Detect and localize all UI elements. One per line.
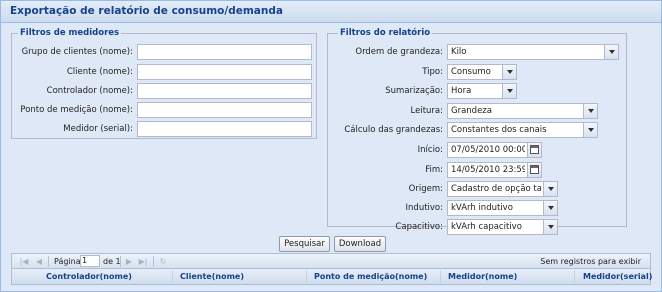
refresh-icon[interactable]: ↻	[158, 257, 168, 266]
measurement-point-label: Ponto de medição (nome):	[20, 105, 133, 115]
dropdown-arrow-icon[interactable]	[543, 220, 557, 234]
column-separator	[440, 270, 441, 283]
column-header-client[interactable]: Cliente(nome)	[180, 272, 244, 281]
column-separator	[306, 270, 307, 283]
origin-label: Origem:	[408, 184, 443, 194]
page-label: Página	[54, 257, 81, 266]
start-date-value: 07/05/2010 00:00	[451, 145, 525, 155]
controller-input[interactable]	[137, 83, 312, 99]
client-input[interactable]	[137, 64, 312, 80]
first-page-icon[interactable]: |◀	[19, 257, 29, 266]
summarization-value: Hora	[451, 86, 472, 96]
type-label: Tipo:	[422, 67, 443, 77]
meter-filters-legend: Filtros de medidores	[18, 28, 122, 38]
reading-value: Grandeza	[451, 106, 492, 116]
calendar-icon	[530, 165, 539, 174]
paging-toolbar: |◀ ◀ Página 1 de 1 ▶ ▶| ↻ Sem registros …	[11, 253, 651, 269]
calendar-icon	[530, 145, 539, 154]
type-select[interactable]: Consumo	[447, 64, 517, 80]
magnitude-calc-value: Constantes dos canais	[451, 125, 547, 135]
inductive-select[interactable]: kVArh indutivo	[447, 200, 558, 216]
toolbar-separator	[48, 256, 49, 267]
export-panel: Exportação de relatório de consumo/deman…	[0, 0, 662, 292]
page-total-label: de 1	[103, 257, 121, 266]
measurement-point-input[interactable]	[137, 102, 312, 118]
dropdown-arrow-icon[interactable]	[583, 123, 597, 137]
page-number-input[interactable]: 1	[80, 255, 100, 267]
column-separator	[574, 270, 575, 283]
dropdown-arrow-icon[interactable]	[502, 65, 516, 79]
magnitude-order-label: Ordem de grandeza:	[355, 47, 443, 57]
last-page-icon[interactable]: ▶|	[138, 257, 148, 266]
search-button[interactable]: Pesquisar	[279, 236, 330, 252]
reading-label: Leitura:	[410, 106, 443, 116]
column-header-meter-serial[interactable]: Medidor(serial)	[583, 272, 652, 281]
prev-page-icon[interactable]: ◀	[34, 257, 44, 266]
end-date-value: 14/05/2010 23:59	[451, 165, 525, 175]
meter-serial-label: Medidor (serial):	[63, 124, 133, 134]
calendar-trigger[interactable]	[527, 163, 541, 177]
inductive-label: Indutivo:	[405, 203, 443, 213]
dropdown-arrow-icon[interactable]	[604, 45, 618, 59]
capacitive-select[interactable]: kVArh capacitivo	[447, 219, 558, 235]
magnitude-calc-select[interactable]: Constantes dos canais	[447, 122, 598, 138]
dropdown-arrow-icon[interactable]	[543, 201, 557, 215]
toolbar-separator	[153, 256, 154, 267]
start-date-field[interactable]: 07/05/2010 00:00	[447, 142, 542, 158]
calendar-trigger[interactable]	[527, 143, 541, 157]
report-filters-fieldset: Filtros do relatório Ordem de grandeza: …	[327, 28, 627, 235]
empty-status-text: Sem registros para exibir	[540, 257, 641, 266]
client-group-label: Grupo de clientes (nome):	[21, 47, 133, 57]
magnitude-calc-label: Cálculo das grandezas:	[344, 125, 443, 135]
download-button[interactable]: Download	[334, 236, 386, 252]
panel-body: Filtros de medidores Grupo de clientes (…	[1, 23, 661, 291]
end-label: Fim:	[425, 165, 443, 175]
capacitive-label: Capacitivo:	[395, 222, 443, 232]
column-header-controller[interactable]: Controlador(nome)	[46, 272, 132, 281]
dropdown-arrow-icon[interactable]	[583, 104, 597, 118]
inductive-value: kVArh indutivo	[451, 203, 513, 213]
origin-value: Cadastro de opção tarifária	[451, 184, 541, 194]
controller-label: Controlador (nome):	[46, 86, 133, 96]
capacitive-value: kVArh capacitivo	[451, 222, 522, 232]
meter-filters-fieldset: Filtros de medidores Grupo de clientes (…	[11, 28, 317, 139]
client-group-input[interactable]	[137, 44, 312, 60]
column-separator	[172, 270, 173, 283]
type-value: Consumo	[451, 67, 491, 77]
panel-header: Exportação de relatório de consumo/deman…	[1, 1, 661, 23]
magnitude-order-select[interactable]: Kilo	[447, 44, 619, 60]
toolbar-separator	[120, 256, 121, 267]
report-filters-legend: Filtros do relatório	[338, 28, 433, 38]
start-label: Início:	[417, 145, 443, 155]
reading-select[interactable]: Grandeza	[447, 103, 598, 119]
end-date-field[interactable]: 14/05/2010 23:59	[447, 162, 542, 178]
column-header-measurement-point[interactable]: Ponto de medição(nome)	[314, 272, 427, 281]
grid-header: Controlador(nome) Cliente(nome) Ponto de…	[11, 269, 652, 285]
summarization-select[interactable]: Hora	[447, 83, 517, 99]
magnitude-order-value: Kilo	[451, 47, 467, 57]
client-label: Cliente (nome):	[66, 67, 133, 77]
dropdown-arrow-icon[interactable]	[502, 84, 516, 98]
panel-title: Exportação de relatório de consumo/deman…	[10, 5, 283, 17]
summarization-label: Sumarização:	[385, 86, 443, 96]
next-page-icon[interactable]: ▶	[124, 257, 134, 266]
origin-select[interactable]: Cadastro de opção tarifária	[447, 181, 558, 197]
column-header-meter-name[interactable]: Medidor(nome)	[448, 272, 517, 281]
dropdown-arrow-icon[interactable]	[543, 182, 557, 196]
meter-serial-input[interactable]	[137, 121, 312, 137]
